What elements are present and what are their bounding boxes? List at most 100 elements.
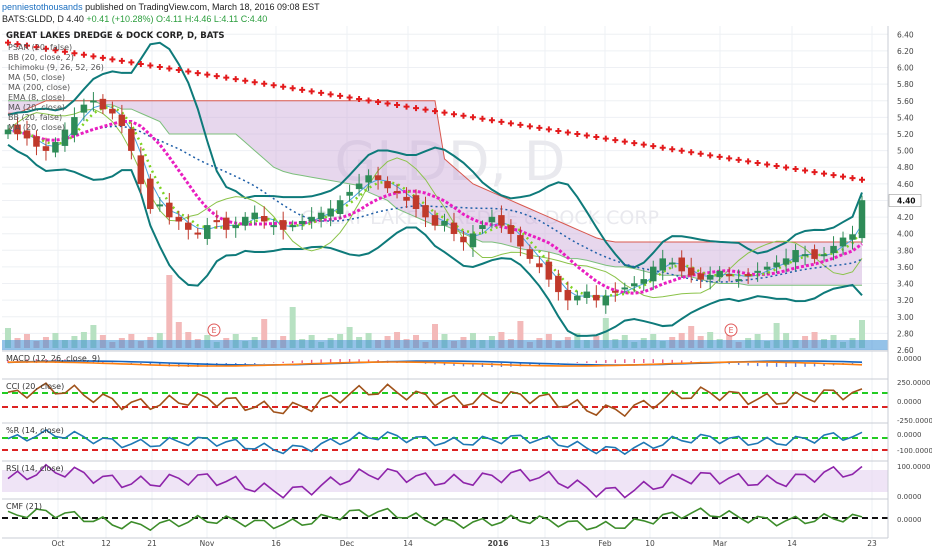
candle-body — [194, 232, 202, 235]
candle-body — [175, 216, 183, 222]
price-axis-tick: 5.40 — [897, 113, 914, 122]
volume-ma-band — [2, 340, 888, 350]
legend-item[interactable]: MA (20, close) — [8, 103, 65, 112]
symbol-quote-line: BATS:GLDD, D 4.40 +0.41 (+10.28%) O:4.11… — [2, 14, 267, 24]
candle-body — [99, 98, 107, 110]
candle-body — [412, 195, 420, 210]
candle-body — [479, 225, 486, 229]
candle-body — [90, 100, 97, 103]
candle-body — [393, 191, 401, 194]
candle-body — [109, 108, 116, 114]
candle-body — [222, 217, 230, 230]
candle-body — [602, 295, 610, 306]
candle-body — [308, 216, 315, 222]
tradingview-chart[interactable]: GLDD, D GREAT LAKES DREDGE & DOCK CORP E… — [0, 0, 932, 550]
pane-axis-tick: -250.0000 — [897, 417, 932, 425]
price-axis-tick: 2.60 — [897, 346, 914, 355]
earnings-marker[interactable]: E — [207, 323, 221, 337]
time-axis-tick: 10 — [645, 539, 655, 548]
candle-body — [697, 273, 704, 280]
candle-body — [687, 267, 695, 276]
time-axis-tick: Mar — [713, 539, 728, 548]
candle-body — [763, 266, 771, 270]
candle-body — [668, 262, 676, 265]
candle-body — [593, 294, 600, 301]
earnings-label: E — [728, 326, 733, 335]
candle-body — [374, 175, 382, 180]
candle-body — [270, 225, 277, 228]
price-axis-tick: 6.00 — [897, 64, 914, 73]
candle-body — [460, 236, 467, 243]
candle-body — [441, 220, 448, 226]
price-axis-tick: 3.20 — [897, 296, 914, 305]
candle-body — [782, 258, 790, 265]
candle-body — [612, 290, 619, 293]
candle-body — [649, 266, 657, 282]
legend-item[interactable]: Ichimoku (9, 26, 52, 26) — [8, 63, 104, 72]
candle-body — [289, 225, 296, 228]
candle-body — [801, 254, 809, 257]
candle-body — [384, 181, 391, 189]
legend-item[interactable]: EMA (8, close) — [8, 93, 65, 102]
time-axis-tick: 13 — [540, 539, 550, 548]
candle-body — [185, 222, 192, 230]
price-axis-tick: 3.00 — [897, 313, 914, 322]
legend-item[interactable]: MA (20, close) — [8, 123, 65, 132]
candle-body — [507, 225, 515, 234]
legend-item[interactable]: MA (200, close) — [8, 83, 70, 92]
pane-axis-tick: 0.0000 — [897, 355, 922, 363]
time-axis-tick: 16 — [271, 539, 281, 548]
time-axis-tick: 23 — [867, 539, 877, 548]
pane-axis-tick: 100.0000 — [897, 463, 930, 471]
candle-body — [204, 225, 211, 239]
candle-body — [469, 233, 477, 248]
price-axis-tick: 4.80 — [897, 163, 914, 172]
time-axis-tick: Dec — [340, 539, 355, 548]
legend-item[interactable]: BB (20, close, 2) — [8, 53, 74, 62]
candle[interactable] — [858, 195, 866, 243]
candle-body — [678, 257, 685, 272]
earnings-label: E — [211, 326, 216, 335]
time-axis-tick: 14 — [403, 539, 413, 548]
candle-body — [517, 235, 524, 247]
candle-body — [298, 220, 306, 224]
symbol-label: BATS:GLDD, D — [2, 14, 64, 24]
candle-body — [42, 146, 50, 151]
pane-label: %R (14, close) — [6, 426, 64, 435]
price-axis-tick: 5.20 — [897, 130, 914, 139]
candle-body — [80, 104, 88, 113]
candle-body — [849, 234, 856, 240]
price-axis-tick: 3.40 — [897, 280, 914, 289]
time-axis-tick: 21 — [147, 539, 157, 548]
candle-body — [403, 196, 410, 201]
candle-body — [488, 216, 496, 223]
ohlc-open: O:4.11 — [156, 14, 183, 24]
candle-body — [839, 237, 847, 247]
candle-body — [631, 283, 638, 287]
price-axis-tick: 2.80 — [897, 329, 914, 338]
candle-body — [564, 289, 572, 301]
candle-body — [858, 200, 866, 239]
candle-body — [232, 225, 239, 229]
pane-label: MACD (12, 26, close, 9) — [6, 354, 100, 363]
time-axis-tick: 12 — [101, 539, 111, 548]
candle-body — [241, 216, 249, 226]
candle-body — [583, 291, 591, 298]
legend-item[interactable]: BB (20, false) — [8, 113, 62, 122]
candle-body — [811, 249, 818, 259]
candle-body — [156, 204, 164, 207]
legend-item[interactable]: MA (50, close) — [8, 73, 65, 82]
ohlc-high: H:4.46 — [184, 14, 212, 24]
price-change: +0.41 (+10.28%) — [86, 14, 154, 24]
earnings-marker[interactable]: E — [724, 323, 738, 337]
candle[interactable] — [147, 173, 154, 214]
candle-body — [706, 274, 714, 280]
price-axis-tick: 3.60 — [897, 263, 914, 272]
author-link[interactable]: penniestothousands — [2, 2, 83, 12]
legend-item[interactable]: PSAR (20, false) — [8, 43, 72, 52]
candle-body — [279, 220, 287, 230]
price-axis-tick: 4.60 — [897, 180, 914, 189]
price-axis-tick: 6.20 — [897, 47, 914, 56]
time-axis-tick: Feb — [598, 539, 612, 548]
candle-body — [773, 262, 780, 268]
